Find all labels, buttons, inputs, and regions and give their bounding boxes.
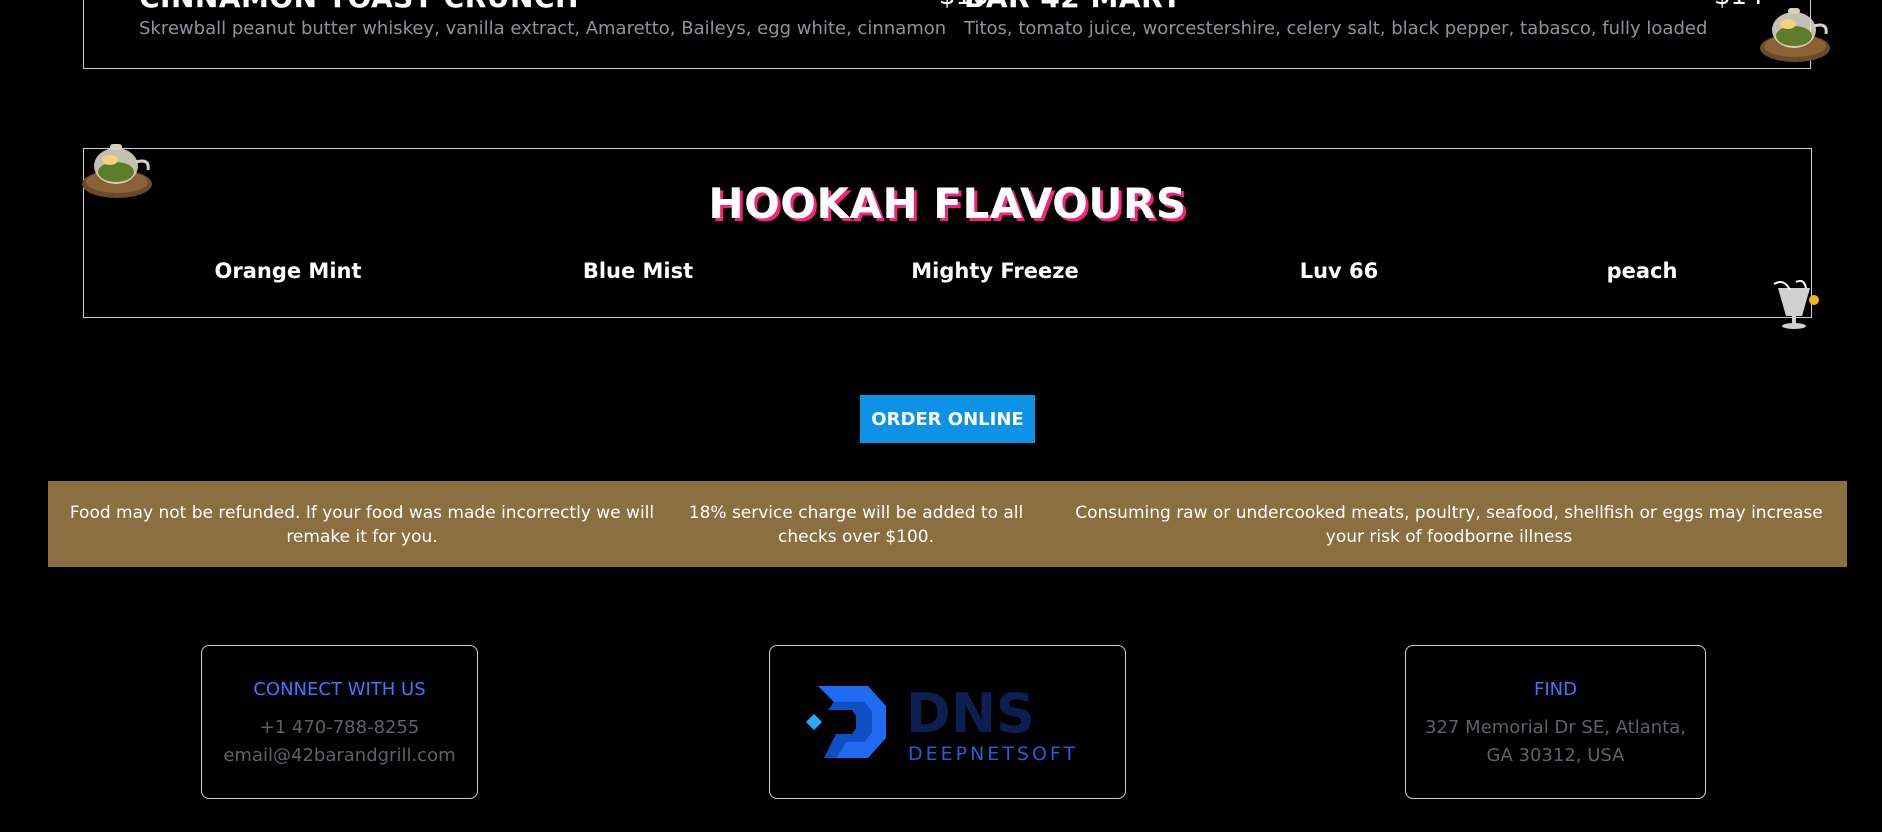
order-online-button[interactable]: ORDER ONLINE (860, 395, 1035, 443)
menu-item-title: CINNAMON TOAST CRUNCH (139, 0, 579, 14)
hookah-section: HOOKAH FLAVOURS Orange Mint Blue Mist Mi… (83, 148, 1812, 318)
logo-wordmark: DNS (906, 686, 1035, 745)
flavour-item: Luv 66 (1299, 259, 1379, 283)
address-line-2: GA 30312, USA (1486, 745, 1625, 766)
find-card: FIND 327 Memorial Dr SE, Atlanta, GA 303… (1405, 645, 1706, 799)
food-safety-notice: Consuming raw or undercooked meats, poul… (1075, 503, 1823, 547)
phone-link[interactable]: +1 470-788-8255 (202, 714, 477, 742)
find-heading: FIND (1534, 679, 1577, 700)
menu-item-title: BAR 42 MARY (964, 0, 1182, 14)
flavour-item: Mighty Freeze (911, 259, 1079, 283)
email-link[interactable]: email@42barandgrill.com (202, 742, 477, 770)
logo-mark-shape (818, 686, 886, 758)
hookah-title: HOOKAH FLAVOURS (708, 179, 1187, 228)
flavour-item: Orange Mint (214, 259, 362, 283)
address-line-1: 327 Memorial Dr SE, Atlanta, (1425, 717, 1686, 738)
menu-item-description: Skrewball peanut butter whiskey, vanilla… (139, 18, 947, 39)
menu-section: CINNAMON TOAST CRUNCH $16 Skrewball pean… (83, 0, 1811, 69)
menu-item-description: Titos, tomato juice, worcestershire, cel… (964, 18, 1708, 39)
flavour-item: Blue Mist (582, 259, 694, 283)
connect-heading: CONNECT WITH US (253, 679, 426, 700)
cocktail-glass-icon (1773, 279, 1819, 329)
teapot-icon (1760, 8, 1830, 62)
menu-item-price: $14 (1714, 0, 1764, 11)
flavour-item: peach (1606, 259, 1678, 283)
service-charge-notice: 18% service charge will be added to all … (688, 503, 1024, 547)
logo-mark-diamond (806, 714, 822, 730)
notice-bar: Food may not be refunded. If your food w… (48, 481, 1847, 567)
deepnetsoft-logo[interactable]: DNS DEEPNETSOFT (806, 686, 1096, 764)
refund-notice: Food may not be refunded. If your food w… (69, 503, 655, 547)
logo-name: DEEPNETSOFT (908, 743, 1078, 764)
teapot-icon (82, 144, 152, 198)
logo-card: DNS DEEPNETSOFT (769, 645, 1126, 799)
connect-card: CONNECT WITH US +1 470-788-8255 email@42… (201, 645, 478, 799)
